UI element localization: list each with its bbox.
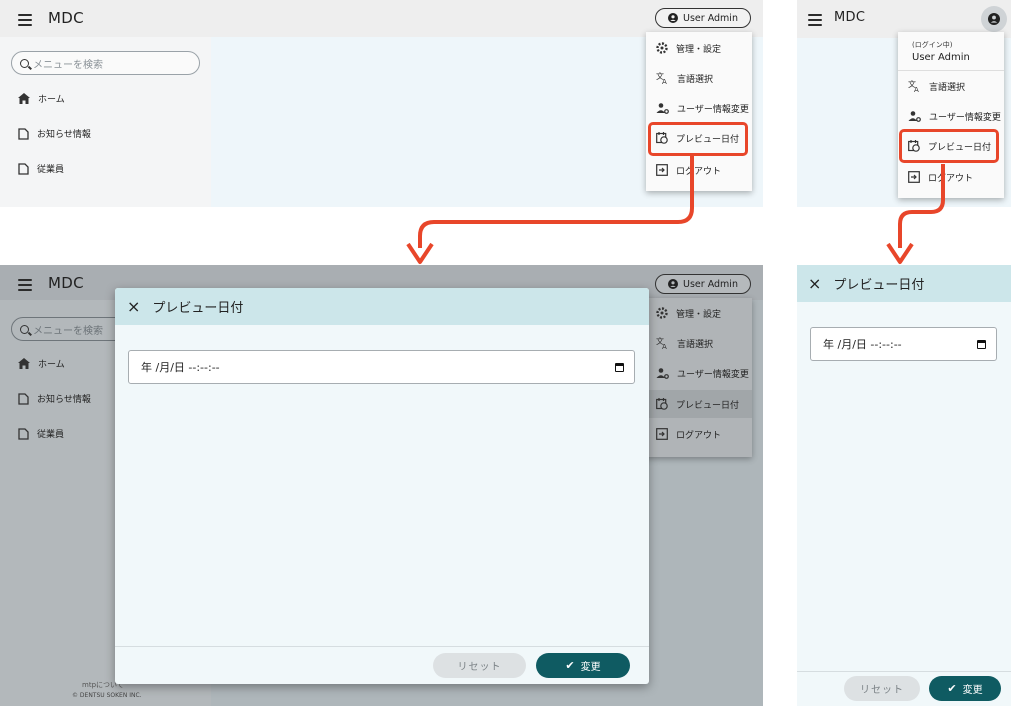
search-icon bbox=[20, 58, 29, 68]
search-placeholder: メニューを検索 bbox=[33, 325, 103, 337]
user-name: User Admin bbox=[912, 52, 970, 63]
document-icon bbox=[18, 392, 29, 405]
svg-text:A: A bbox=[914, 86, 919, 92]
hamburger-menu-icon[interactable] bbox=[808, 14, 822, 26]
sidebar-item-label: ホーム bbox=[38, 95, 65, 105]
account-circle-icon bbox=[988, 13, 1000, 25]
dialog-title: プレビュー日付 bbox=[833, 278, 925, 293]
user-name: User Admin bbox=[683, 12, 738, 24]
menu-item-admin-settings[interactable]: 管理・設定 bbox=[646, 299, 752, 327]
document-icon bbox=[18, 427, 29, 440]
menu-item-logout[interactable]: ログアウト bbox=[646, 420, 752, 448]
account-button[interactable] bbox=[981, 6, 1007, 32]
sidebar-item-label: お知らせ情報 bbox=[37, 130, 91, 140]
dialog-footer-divider bbox=[797, 671, 1011, 672]
document-icon bbox=[18, 127, 29, 140]
menu-item-preview-date[interactable]: プレビュー日付 bbox=[646, 390, 752, 418]
menu-item-user-info[interactable]: ユーザー情報変更 bbox=[646, 359, 752, 387]
user-menu-dimmed: 管理・設定 文A 言語選択 ユーザー情報変更 プレビュー日付 ログアウト bbox=[646, 298, 752, 457]
sidebar-item-employees[interactable]: 従業員 bbox=[18, 427, 64, 440]
home-icon bbox=[18, 358, 30, 369]
gear-icon bbox=[656, 42, 668, 54]
sidebar-item-news[interactable]: お知らせ情報 bbox=[18, 392, 91, 405]
gear-icon bbox=[656, 307, 668, 319]
dialog-title: プレビュー日付 bbox=[152, 301, 244, 316]
home-icon bbox=[18, 93, 30, 104]
search-icon bbox=[20, 324, 29, 334]
hamburger-menu-icon[interactable] bbox=[18, 279, 32, 291]
account-circle-icon bbox=[668, 13, 679, 23]
sidebar-item-news[interactable]: お知らせ情報 bbox=[18, 127, 91, 140]
datetime-input[interactable]: 年 /月/日 --:--:-- bbox=[810, 327, 997, 361]
reset-button[interactable]: リセット bbox=[433, 653, 526, 678]
change-button[interactable]: ✔ 変更 bbox=[929, 676, 1001, 701]
svg-text:A: A bbox=[662, 78, 667, 84]
menu-item-admin-settings[interactable]: 管理・設定 bbox=[646, 34, 752, 62]
menu-item-language[interactable]: 文A 言語選択 bbox=[898, 72, 1004, 100]
sidebar-item-label: 従業員 bbox=[37, 165, 65, 175]
divider bbox=[898, 70, 1004, 71]
check-icon: ✔ bbox=[565, 659, 575, 672]
menu-item-language[interactable]: 文A 言語選択 bbox=[646, 329, 752, 357]
document-icon bbox=[18, 162, 29, 175]
datetime-input[interactable]: 年 /月/日 --:--:-- bbox=[128, 350, 635, 384]
sidebar-item-home[interactable]: ホーム bbox=[18, 92, 65, 105]
dialog-footer-divider bbox=[115, 646, 649, 647]
change-button[interactable]: ✔ 変更 bbox=[536, 653, 630, 678]
translate-icon: 文A bbox=[908, 80, 919, 92]
user-settings-icon bbox=[908, 111, 921, 122]
account-circle-icon bbox=[668, 279, 679, 289]
flow-arrow-mobile bbox=[886, 164, 945, 264]
menu-item-user-info[interactable]: ユーザー情報変更 bbox=[646, 94, 752, 122]
hamburger-menu-icon[interactable] bbox=[18, 14, 32, 26]
user-account-button[interactable]: User Admin bbox=[655, 8, 751, 28]
app-title: MDC bbox=[834, 10, 866, 25]
menu-item-user-info[interactable]: ユーザー情報変更 bbox=[898, 102, 1004, 130]
menu-item-language[interactable]: 文A 言語選択 bbox=[646, 64, 752, 92]
login-status: (ログイン中) bbox=[912, 41, 953, 49]
app-title: MDC bbox=[48, 274, 84, 292]
mobile-preview-date-dialog: × プレビュー日付 年 /月/日 --:--:-- リセット ✔ 変更 bbox=[797, 265, 1011, 706]
logout-icon bbox=[656, 428, 668, 440]
user-settings-icon bbox=[656, 103, 669, 114]
app-title: MDC bbox=[48, 9, 84, 27]
footer-copyright: © DENTSU SOKEN INC. bbox=[72, 692, 142, 699]
check-icon: ✔ bbox=[947, 682, 957, 695]
calendar-icon[interactable] bbox=[977, 340, 986, 349]
preview-date-dialog: × プレビュー日付 年 /月/日 --:--:-- リセット ✔ 変更 bbox=[115, 288, 649, 684]
calendar-icon[interactable] bbox=[615, 363, 624, 372]
reset-button[interactable]: リセット bbox=[844, 676, 920, 701]
search-placeholder: メニューを検索 bbox=[33, 59, 103, 71]
dialog-header: × プレビュー日付 bbox=[797, 265, 1011, 302]
highlight-frame bbox=[899, 129, 999, 163]
sidebar-item-employees[interactable]: 従業員 bbox=[18, 162, 64, 175]
sidebar-item-home[interactable]: ホーム bbox=[18, 357, 65, 370]
translate-icon: 文A bbox=[656, 337, 667, 349]
close-icon[interactable]: × bbox=[808, 274, 821, 293]
translate-icon: 文A bbox=[656, 72, 667, 84]
flow-arrow-desktop bbox=[406, 156, 694, 264]
svg-text:A: A bbox=[662, 343, 667, 349]
close-icon[interactable]: × bbox=[127, 297, 140, 316]
search-input[interactable]: メニューを検索 bbox=[11, 51, 200, 75]
calendar-clock-icon bbox=[656, 398, 668, 410]
user-settings-icon bbox=[656, 368, 669, 379]
dialog-header: × プレビュー日付 bbox=[115, 288, 649, 325]
user-account-button[interactable]: User Admin bbox=[655, 274, 751, 294]
